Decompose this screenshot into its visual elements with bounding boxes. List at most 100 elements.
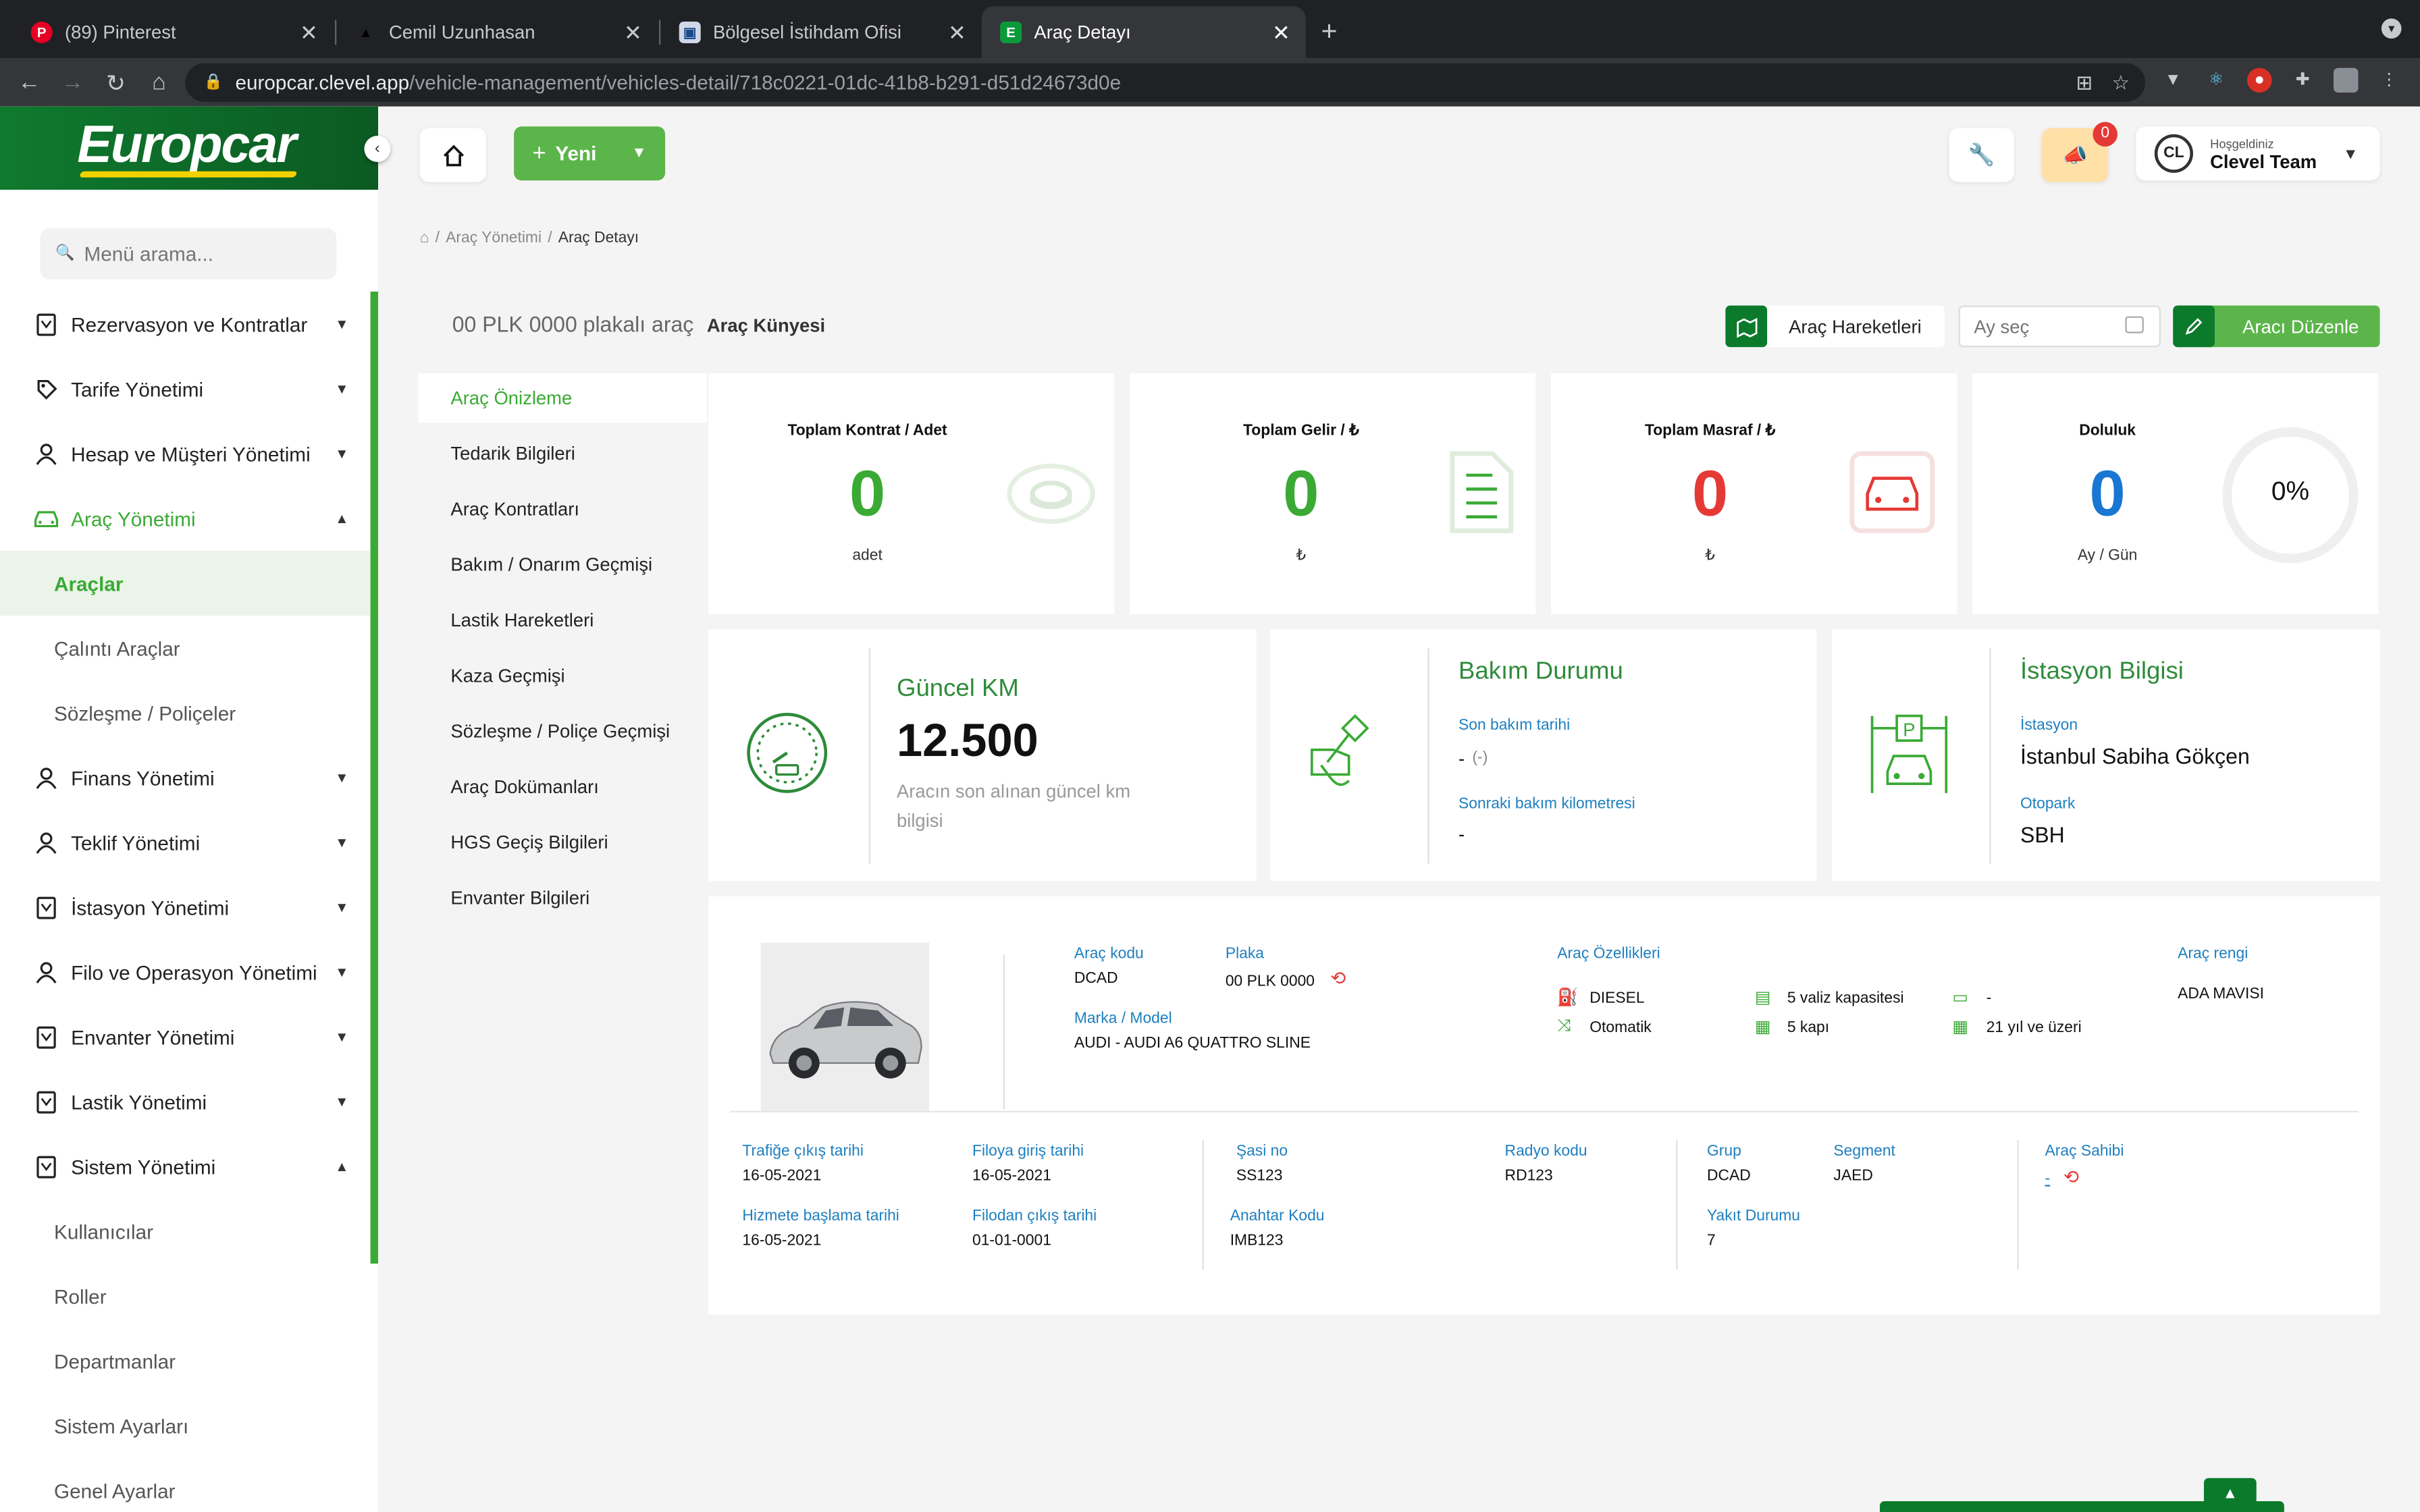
detail-nav-item[interactable]: Kaza Geçmişi <box>418 651 706 701</box>
logo-text: Europcar <box>77 115 296 175</box>
page-subtitle: Araç Künyesi <box>706 315 826 337</box>
fleet-in-date: 16-05-2021 <box>972 1168 1051 1185</box>
vue-devtools-icon[interactable]: ▼ <box>2161 68 2186 93</box>
sidebar-item-hesap-ve-müşteri-yönetimi[interactable]: Hesap ve Müşteri Yönetimi ▼ <box>0 421 371 486</box>
breadcrumb-item[interactable]: Araç Yönetimi <box>446 230 542 247</box>
sidebar-item-çalıntı-araçlar[interactable]: Çalıntı Araçlar <box>0 616 371 680</box>
europcar-logo[interactable]: Europcar <box>0 106 378 190</box>
sidebar-item-sistem-yönetimi[interactable]: Sistem Yönetimi ▲ <box>0 1134 371 1199</box>
detail-nav-item[interactable]: Araç Önizleme <box>418 373 707 423</box>
chevron-down-icon: ▼ <box>335 446 349 462</box>
tab-pinterest[interactable]: P (89) Pinterest ✕ <box>12 6 333 59</box>
sidebar-item-i-stasyon-yönetimi[interactable]: İstasyon Yönetimi ▼ <box>0 875 371 940</box>
stat-label: Doluluk <box>2079 423 2136 440</box>
edit-vehicle-button[interactable]: Aracı Düzenle <box>2173 305 2380 348</box>
new-tab-icon[interactable]: + <box>1321 16 1338 48</box>
history-icon[interactable]: ⟲ <box>1330 967 1346 989</box>
luggage-capacity: 5 valiz kapasitesi <box>1787 990 1904 1008</box>
sidebar-item-departmanlar[interactable]: Departmanlar <box>0 1328 371 1393</box>
browser-menu-icon[interactable]: ⋮ <box>2377 68 2402 93</box>
sidebar-item-lastik-yönetimi[interactable]: Lastik Yönetimi ▼ <box>0 1069 371 1134</box>
home-icon[interactable]: ⌂ <box>137 70 180 96</box>
stat-label: Toplam Gelir / ₺ <box>1243 423 1359 440</box>
sidebar-item-tarife-yönetimi[interactable]: Tarife Yönetimi ▼ <box>0 356 371 421</box>
sidebar-item-roller[interactable]: Roller <box>0 1264 371 1328</box>
transmission: Otomatik <box>1589 1019 1652 1037</box>
home-button[interactable] <box>419 128 486 182</box>
sidebar-item-finans-yönetimi[interactable]: Finans Yönetimi ▼ <box>0 745 371 810</box>
sidebar-item-araçlar[interactable]: Araçlar <box>0 550 371 616</box>
menu-search[interactable]: 🔍 <box>40 228 337 279</box>
menu-search-input[interactable] <box>84 242 316 266</box>
close-icon[interactable]: ✕ <box>300 20 318 46</box>
chevron-down-icon: ▼ <box>335 316 349 332</box>
sidebar-collapse-button[interactable]: ‹ <box>364 136 391 162</box>
detail-nav-item[interactable]: Envanter Bilgileri <box>418 873 706 923</box>
sidebar-item-sözleşme-poliçeler[interactable]: Sözleşme / Poliçeler <box>0 680 371 745</box>
reload-icon[interactable]: ↻ <box>94 69 137 97</box>
sidebar-item-label: Sistem Yönetimi <box>71 1154 216 1179</box>
detail-nav-item[interactable]: Sözleşme / Poliçe Geçmişi <box>418 707 706 756</box>
tab-istihdam[interactable]: ▣ Bölgesel İstihdam Ofisi ✕ <box>660 6 981 59</box>
forward-icon[interactable]: → <box>51 70 94 96</box>
sidebar-item-envanter-yönetimi[interactable]: Envanter Yönetimi ▼ <box>0 1004 371 1069</box>
sidebar-item-araç-yönetimi[interactable]: Araç Yönetimi ▲ <box>0 486 371 551</box>
wrench-icon: 🔧 <box>1968 142 1995 167</box>
sidebar-item-label: Departmanlar <box>53 1349 176 1373</box>
close-icon[interactable]: ✕ <box>948 20 966 46</box>
new-button[interactable]: + Yeni ▼ <box>514 126 666 181</box>
back-icon[interactable]: ← <box>7 70 51 96</box>
extensions-puzzle-icon[interactable]: ✚ <box>2290 68 2315 93</box>
detail-nav-item[interactable]: Tedarik Bilgileri <box>418 429 706 478</box>
sidebar-item-sistem-ayarları[interactable]: Sistem Ayarları <box>0 1393 371 1458</box>
last-maintenance-label: Son bakım tarihi <box>1458 717 1571 734</box>
fuel-level-label: Yakıt Durumu <box>1706 1208 1801 1225</box>
detail-nav-item[interactable]: Araç Dokümanları <box>418 762 706 811</box>
sidebar-item-teklif-yönetimi[interactable]: Teklif Yönetimi ▼ <box>0 810 371 875</box>
vehicle-movements-button[interactable]: Araç Hareketleri <box>1725 305 1945 348</box>
detail-nav-item[interactable]: HGS Geçiş Bilgileri <box>418 817 706 867</box>
europcar-favicon-icon: E <box>1000 21 1022 43</box>
stat-card-contracts: Toplam Kontrat / Adet 0 adet <box>708 373 1115 614</box>
bookmark-star-icon[interactable]: ☆ <box>2112 70 2130 95</box>
tab-cemil[interactable]: ▲ Cemil Uzunhasan ✕ <box>336 6 657 59</box>
sidebar-scrollbar[interactable] <box>370 291 378 1264</box>
segment-label: Segment <box>1833 1143 1895 1160</box>
sidebar-item-filo-ve-operasyon-yönetimi[interactable]: Filo ve Operasyon Yönetimi ▼ <box>0 940 371 1004</box>
settings-button[interactable]: 🔧 <box>1949 128 2014 182</box>
detail-nav-item[interactable]: Araç Kontratları <box>418 485 706 534</box>
coins-icon <box>1007 463 1095 524</box>
close-icon[interactable]: ✕ <box>1272 20 1290 46</box>
speedometer-icon <box>747 712 828 793</box>
user-icon <box>34 765 59 790</box>
chevron-down-icon: ▼ <box>2342 146 2359 164</box>
home-icon <box>442 144 463 166</box>
owner-link[interactable]: - <box>2045 1171 2051 1188</box>
history-icon[interactable]: ⟲ <box>2063 1166 2079 1188</box>
edit-vehicle-label: Aracı Düzenle <box>2242 315 2359 338</box>
sidebar-item-rezervasyon-ve-kontratlar[interactable]: Rezervasyon ve Kontratlar ▼ <box>0 292 371 356</box>
url-path: /vehicle-management/vehicles-detail/718c… <box>409 71 1122 94</box>
detail-nav-item[interactable]: Bakım / Onarım Geçmişi <box>418 540 706 589</box>
extension-red-icon[interactable]: ● <box>2246 68 2272 93</box>
sidebar-item-kullanıcılar[interactable]: Kullanıcılar <box>0 1199 371 1264</box>
megaphone-icon: 📣 <box>2062 142 2088 166</box>
user-menu[interactable]: CL Hoşgeldiniz Clevel Team ▼ <box>2136 126 2380 181</box>
sidebar-item-genel-ayarlar[interactable]: Genel Ayarlar <box>0 1458 371 1512</box>
avatar: CL <box>2154 134 2193 173</box>
tab-arac-detayi[interactable]: E Araç Detayı ✕ <box>981 6 1306 59</box>
group-value: DCAD <box>1706 1168 1751 1185</box>
address-bar[interactable]: 🔒 europcar.clevel.app/vehicle-management… <box>185 63 2146 102</box>
detail-nav-item[interactable]: Lastik Hareketleri <box>418 595 706 645</box>
sidebar-item-label: Sistem Ayarları <box>53 1413 189 1438</box>
home-icon[interactable]: ⌂ <box>420 230 429 247</box>
close-icon[interactable]: ✕ <box>624 20 642 46</box>
translate-icon[interactable]: ⊞ <box>2076 70 2093 95</box>
react-devtools-icon[interactable]: ⚛ <box>2204 68 2229 93</box>
contract-icon <box>34 1154 59 1179</box>
profile-avatar-icon[interactable] <box>2333 68 2359 93</box>
browser-toolbar: ← → ↻ ⌂ 🔒 europcar.clevel.app/vehicle-ma… <box>0 58 2420 107</box>
car-repair-icon <box>1849 451 1935 533</box>
scroll-up-button[interactable]: ▲ <box>2203 1478 2257 1512</box>
tab-search-icon[interactable]: ▾ <box>2381 18 2402 39</box>
